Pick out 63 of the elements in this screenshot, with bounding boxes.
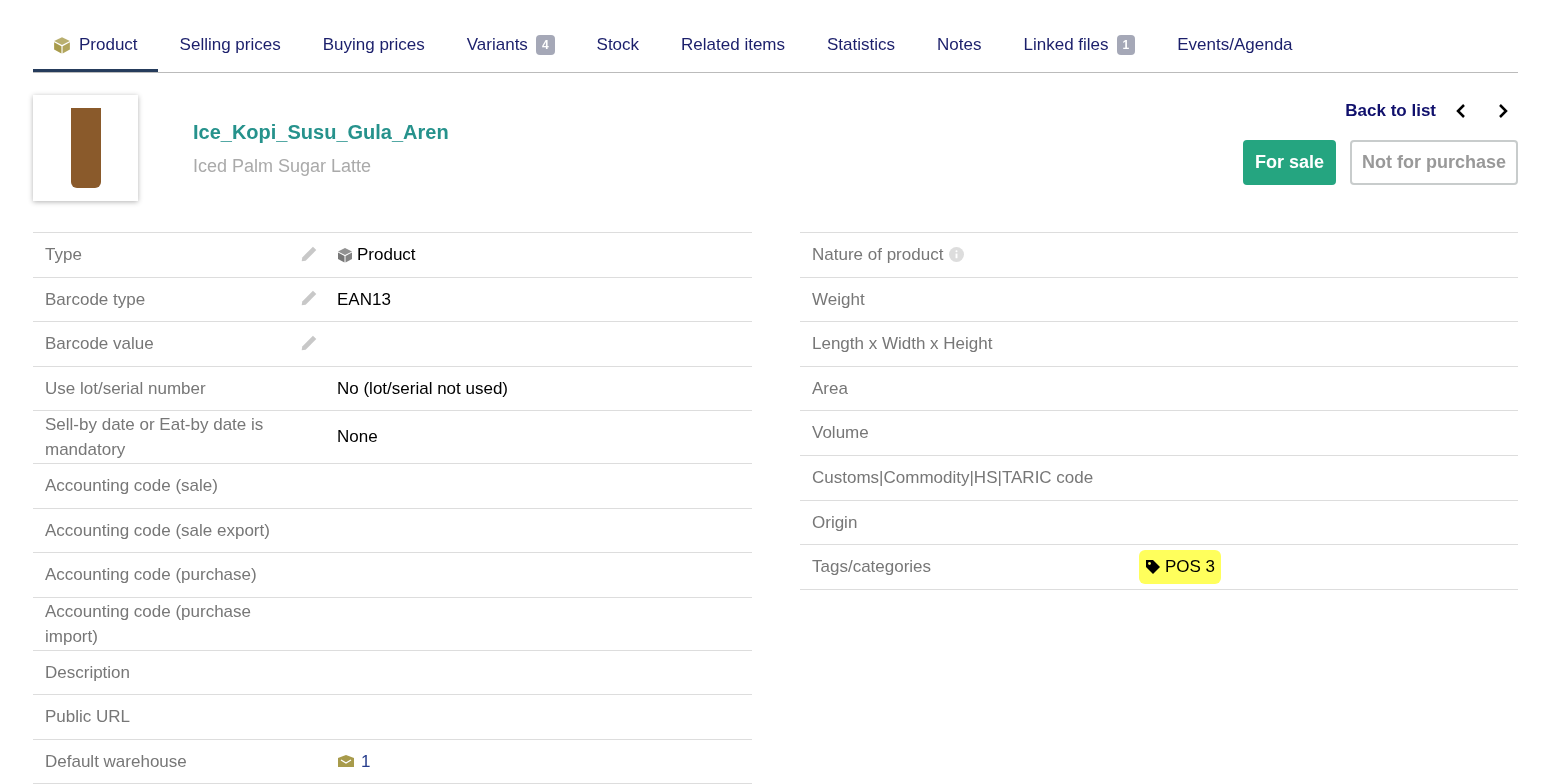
field-label: Weight bbox=[812, 288, 865, 311]
tag-icon bbox=[1145, 558, 1161, 575]
field-label: Default warehouse bbox=[45, 750, 187, 773]
field-value: No (lot/serial not used) bbox=[337, 378, 509, 398]
tab[interactable]: Variants 4 bbox=[446, 20, 575, 72]
tab-label: Events/Agenda bbox=[1177, 33, 1293, 56]
field-label: Origin bbox=[812, 511, 858, 534]
tab[interactable]: Related items bbox=[661, 20, 806, 72]
tab-label: Stock bbox=[596, 33, 640, 56]
field-value: None bbox=[337, 427, 378, 447]
field-label: Customs|Commodity|HS|TARIC code bbox=[812, 467, 1094, 489]
field-label: Barcode value bbox=[45, 333, 154, 356]
field-label: Nature of product bbox=[812, 244, 944, 267]
field-label: Description bbox=[45, 661, 131, 684]
tab[interactable]: Selling prices bbox=[159, 20, 301, 72]
tab-label: Variants bbox=[466, 33, 528, 56]
category-tag[interactable]: POS 3 bbox=[1139, 550, 1222, 584]
warehouse-link[interactable]: 1 bbox=[361, 748, 371, 774]
field-label: Accounting code (sale) bbox=[45, 475, 218, 498]
field-label: Volume bbox=[812, 422, 869, 445]
field-label: Sell-by date or Eat-by date is mandatory bbox=[45, 414, 265, 461]
status-badge: For sale bbox=[1242, 139, 1336, 185]
field-label: Public URL bbox=[45, 706, 131, 729]
field-value: EAN13 bbox=[337, 289, 391, 309]
count-badge: 1 bbox=[1116, 34, 1136, 55]
field-label: Use lot/serial number bbox=[45, 377, 206, 400]
next-icon[interactable] bbox=[1498, 102, 1508, 119]
tab[interactable]: Buying prices bbox=[302, 20, 445, 72]
tab[interactable]: Events/Agenda bbox=[1157, 20, 1313, 72]
tab-label: Linked files bbox=[1023, 33, 1109, 56]
count-badge: 4 bbox=[535, 34, 555, 55]
tab[interactable]: Statistics bbox=[807, 20, 916, 72]
cube-icon bbox=[337, 246, 353, 263]
field-label: Length x Width x Height bbox=[812, 333, 993, 356]
tab-label: Selling prices bbox=[179, 33, 281, 56]
info-icon[interactable] bbox=[949, 247, 965, 263]
status-badge: Not for purchase bbox=[1349, 139, 1518, 185]
tab-label: Related items bbox=[681, 33, 786, 56]
tab-label: Product bbox=[79, 33, 138, 56]
field-label: Barcode type bbox=[45, 288, 146, 311]
field-label: Accounting code (sale export) bbox=[45, 519, 270, 542]
field-label: Area bbox=[812, 377, 848, 400]
field-label: Accounting code (purchase) bbox=[45, 564, 257, 587]
field-label: Type bbox=[45, 244, 82, 267]
tab[interactable]: Notes bbox=[917, 20, 1002, 72]
tab[interactable]: Linked files 1 bbox=[1003, 20, 1156, 72]
tab-label: Notes bbox=[937, 33, 982, 56]
tab[interactable]: Product bbox=[33, 20, 158, 72]
tab[interactable]: Stock bbox=[576, 20, 660, 72]
field-label: Accounting code (purchase import) bbox=[45, 600, 253, 648]
tab-label: Statistics bbox=[827, 33, 896, 56]
box-icon bbox=[337, 754, 355, 769]
product-label: Iced Palm Sugar Latte bbox=[193, 154, 373, 178]
field-value: Product bbox=[357, 244, 416, 266]
back-to-list-link[interactable]: Back to list bbox=[1345, 98, 1436, 124]
field-label: Tags/categories bbox=[812, 556, 932, 579]
previous-icon[interactable] bbox=[1456, 102, 1466, 119]
cube-icon bbox=[53, 35, 71, 54]
tab-label: Buying prices bbox=[322, 33, 425, 56]
product-reference: Ice_Kopi_Susu_Gula_Aren bbox=[193, 119, 449, 145]
pencil-icon[interactable] bbox=[300, 333, 318, 352]
pencil-icon[interactable] bbox=[300, 289, 318, 308]
pencil-icon[interactable] bbox=[300, 244, 318, 263]
